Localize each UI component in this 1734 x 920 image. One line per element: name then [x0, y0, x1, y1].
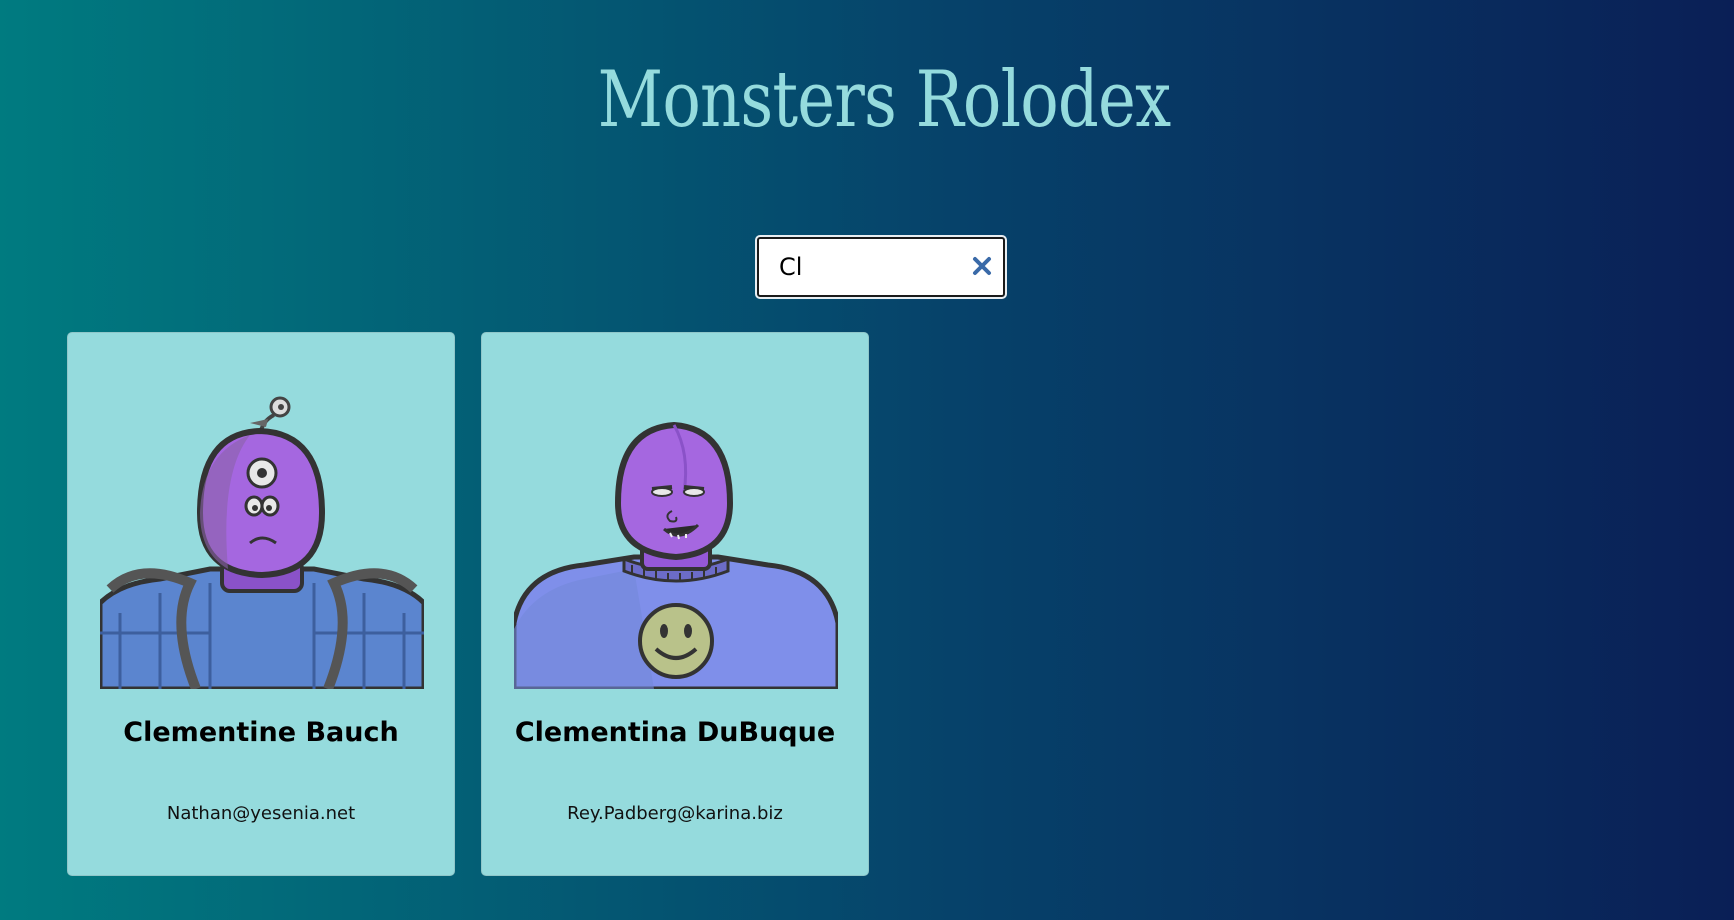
robot-monster-avatar [100, 393, 424, 689]
smiley-shirt-monster-avatar [514, 393, 838, 689]
monster-name: Clementine Bauch [123, 717, 399, 748]
monster-name: Clementina DuBuque [514, 717, 836, 748]
monster-card[interactable]: Clementine Bauch Nathan@yesenia.net [67, 332, 455, 876]
search-box [755, 235, 1007, 299]
search-input[interactable] [759, 239, 969, 295]
monster-card[interactable]: Clementina DuBuque Rey.Padberg@karina.bi… [481, 332, 869, 876]
monster-email: Nathan@yesenia.net [166, 803, 356, 824]
close-icon[interactable] [969, 253, 995, 279]
app-title: Monsters Rolodex [597, 55, 1172, 145]
monster-email: Rey.Padberg@karina.biz [567, 803, 783, 824]
